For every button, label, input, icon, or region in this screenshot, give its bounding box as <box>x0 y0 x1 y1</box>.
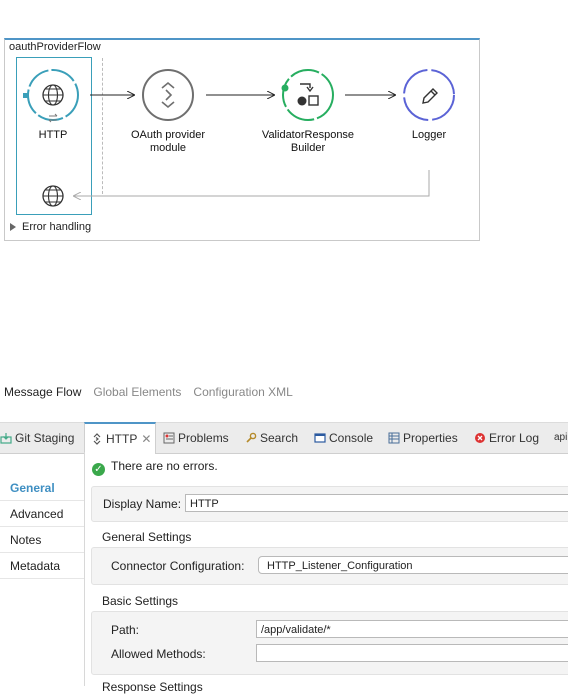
display-name-label: Display Name: <box>103 497 182 511</box>
tab-problems[interactable]: Problems <box>163 423 229 453</box>
problems-icon <box>163 432 175 444</box>
response-settings-title: Response Settings <box>102 680 203 694</box>
sidebar-item-general[interactable]: General <box>0 476 84 501</box>
logger-node[interactable] <box>403 69 455 121</box>
tab-git-staging[interactable]: Git Staging <box>0 423 74 453</box>
oauth-label-line-1: OAuth provider <box>131 129 205 141</box>
response-return-line <box>74 170 430 196</box>
validator-label-line-2: Builder <box>290 142 326 154</box>
logger-node-label: Logger <box>411 129 447 141</box>
error-handling-toggle[interactable]: Error handling <box>10 221 91 233</box>
tab-api-truncated[interactable]: api <box>554 423 567 453</box>
tab-properties[interactable]: Properties <box>388 423 458 453</box>
validator-node-label: ValidatorResponse Builder <box>248 129 368 155</box>
display-name-field[interactable]: HTTP <box>185 494 568 512</box>
path-label: Path: <box>111 623 140 637</box>
validator-response-builder-node[interactable] <box>281 69 334 121</box>
allowed-methods-field[interactable] <box>256 644 568 662</box>
status-text: There are no errors. <box>111 459 218 473</box>
response-globe-icon[interactable] <box>42 185 64 207</box>
validator-label-line-1: ValidatorResponse <box>261 129 355 141</box>
path-field[interactable]: /app/validate/* <box>256 620 568 638</box>
view-tab-bar: Git Staging HTTP ✕ Problems Search Consol… <box>0 422 568 454</box>
tab-console[interactable]: Console <box>314 423 373 453</box>
error-log-icon <box>475 433 485 443</box>
sidebar-item-notes[interactable]: Notes <box>0 528 84 553</box>
general-settings-title: General Settings <box>102 530 192 544</box>
check-icon: ✓ <box>92 463 105 476</box>
http-connector-icon <box>93 433 101 445</box>
connector-configuration-label: Connector Configuration: <box>111 559 245 573</box>
error-handling-label: Error handling <box>22 221 92 233</box>
expand-triangle-icon <box>10 223 16 232</box>
basic-settings-title: Basic Settings <box>102 594 179 608</box>
connector-configuration-select[interactable]: HTTP_Listener_Configuration <box>258 556 568 574</box>
tab-http[interactable]: HTTP ✕ <box>84 422 156 454</box>
http-node[interactable] <box>23 69 79 123</box>
validation-status: ✓ There are no errors. <box>92 459 218 476</box>
tab-message-flow[interactable]: Message Flow <box>4 385 81 399</box>
oauth-provider-node[interactable] <box>142 69 194 121</box>
allowed-methods-label: Allowed Methods: <box>111 647 206 661</box>
oauth-provider-node-label: OAuth provider module <box>118 129 218 155</box>
tab-global-elements[interactable]: Global Elements <box>93 385 181 399</box>
console-icon <box>314 433 326 443</box>
oauth-label-line-2: module <box>149 142 187 154</box>
tab-error-log[interactable]: Error Log <box>474 423 539 453</box>
tab-configuration-xml[interactable]: Configuration XML <box>193 385 292 399</box>
sidebar-separator <box>84 452 85 686</box>
flow-diagram <box>23 69 455 207</box>
git-staging-icon <box>0 433 12 444</box>
search-icon <box>246 432 257 443</box>
sidebar-item-metadata[interactable]: Metadata <box>0 554 84 579</box>
http-node-label: HTTP <box>38 129 68 141</box>
close-icon[interactable]: ✕ <box>141 432 151 446</box>
properties-icon <box>388 432 400 444</box>
sidebar-item-advanced[interactable]: Advanced <box>0 502 84 527</box>
tab-search[interactable]: Search <box>245 423 298 453</box>
editor-tabs: Message Flow Global Elements Configuration… <box>4 385 305 399</box>
